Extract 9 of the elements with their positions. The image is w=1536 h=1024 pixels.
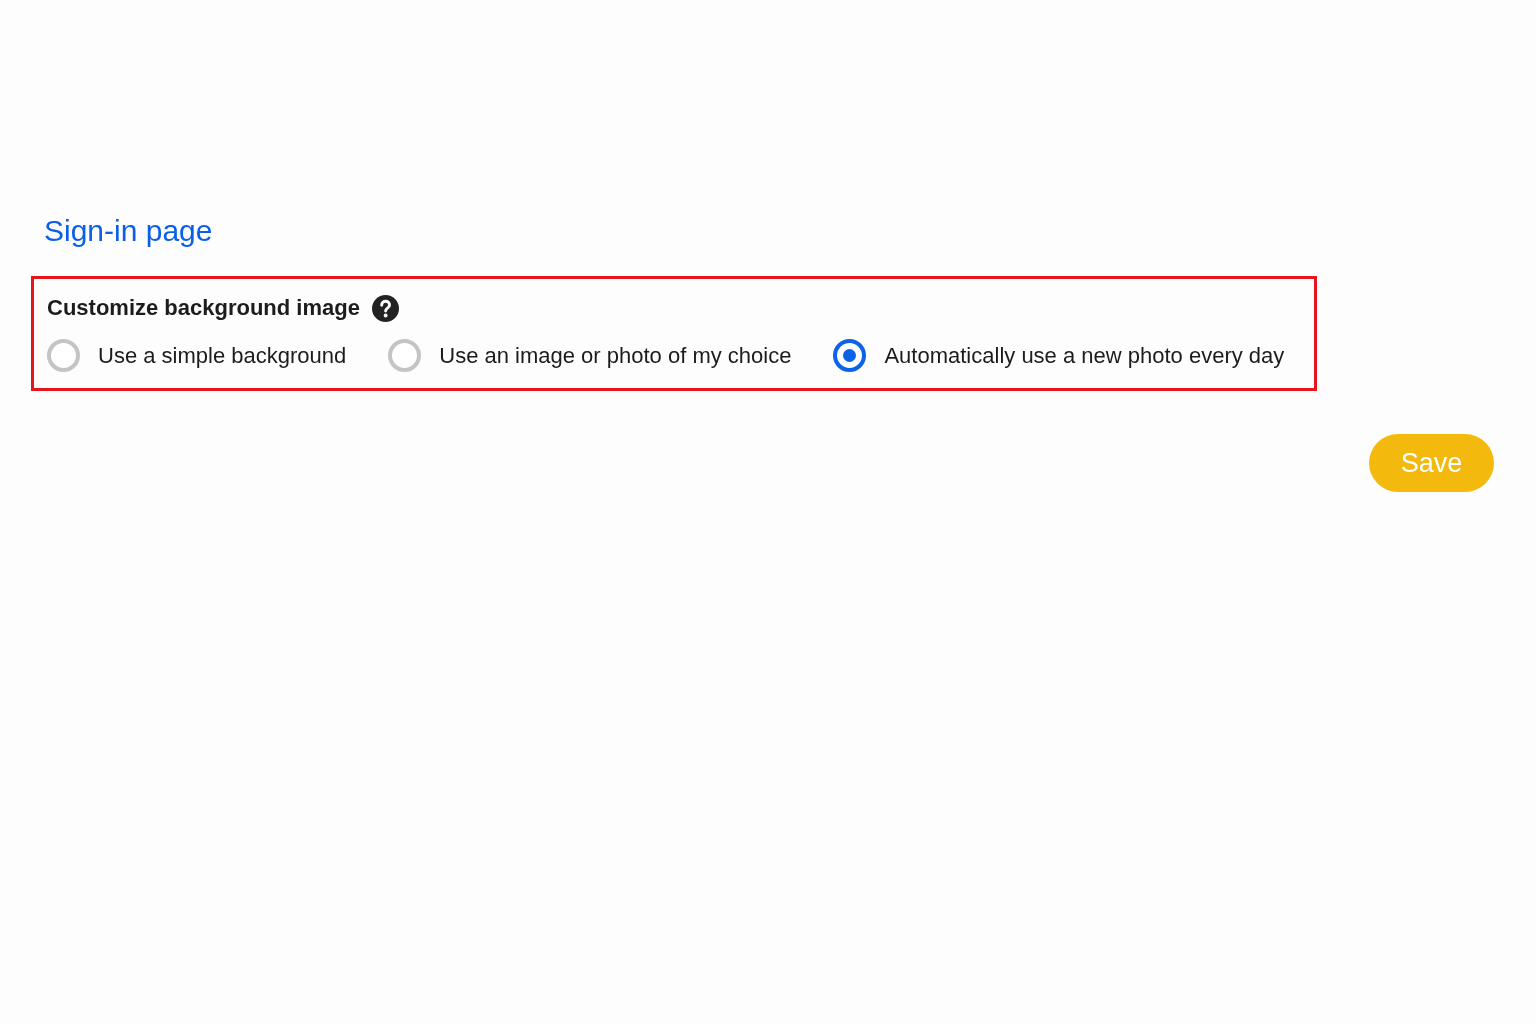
radio-button[interactable] [833,339,867,372]
section-heading: Sign-in page [44,213,214,249]
radio-label[interactable]: Use a simple background [98,340,347,371]
radio-label[interactable]: Automatically use a new photo every day [884,340,1285,371]
radio-button[interactable] [47,339,80,372]
radio-button[interactable] [388,339,422,372]
help-icon[interactable] [371,294,399,322]
radio-label[interactable]: Use an image or photo of my choice [439,340,792,371]
setting-title: Customize background image [47,294,360,322]
